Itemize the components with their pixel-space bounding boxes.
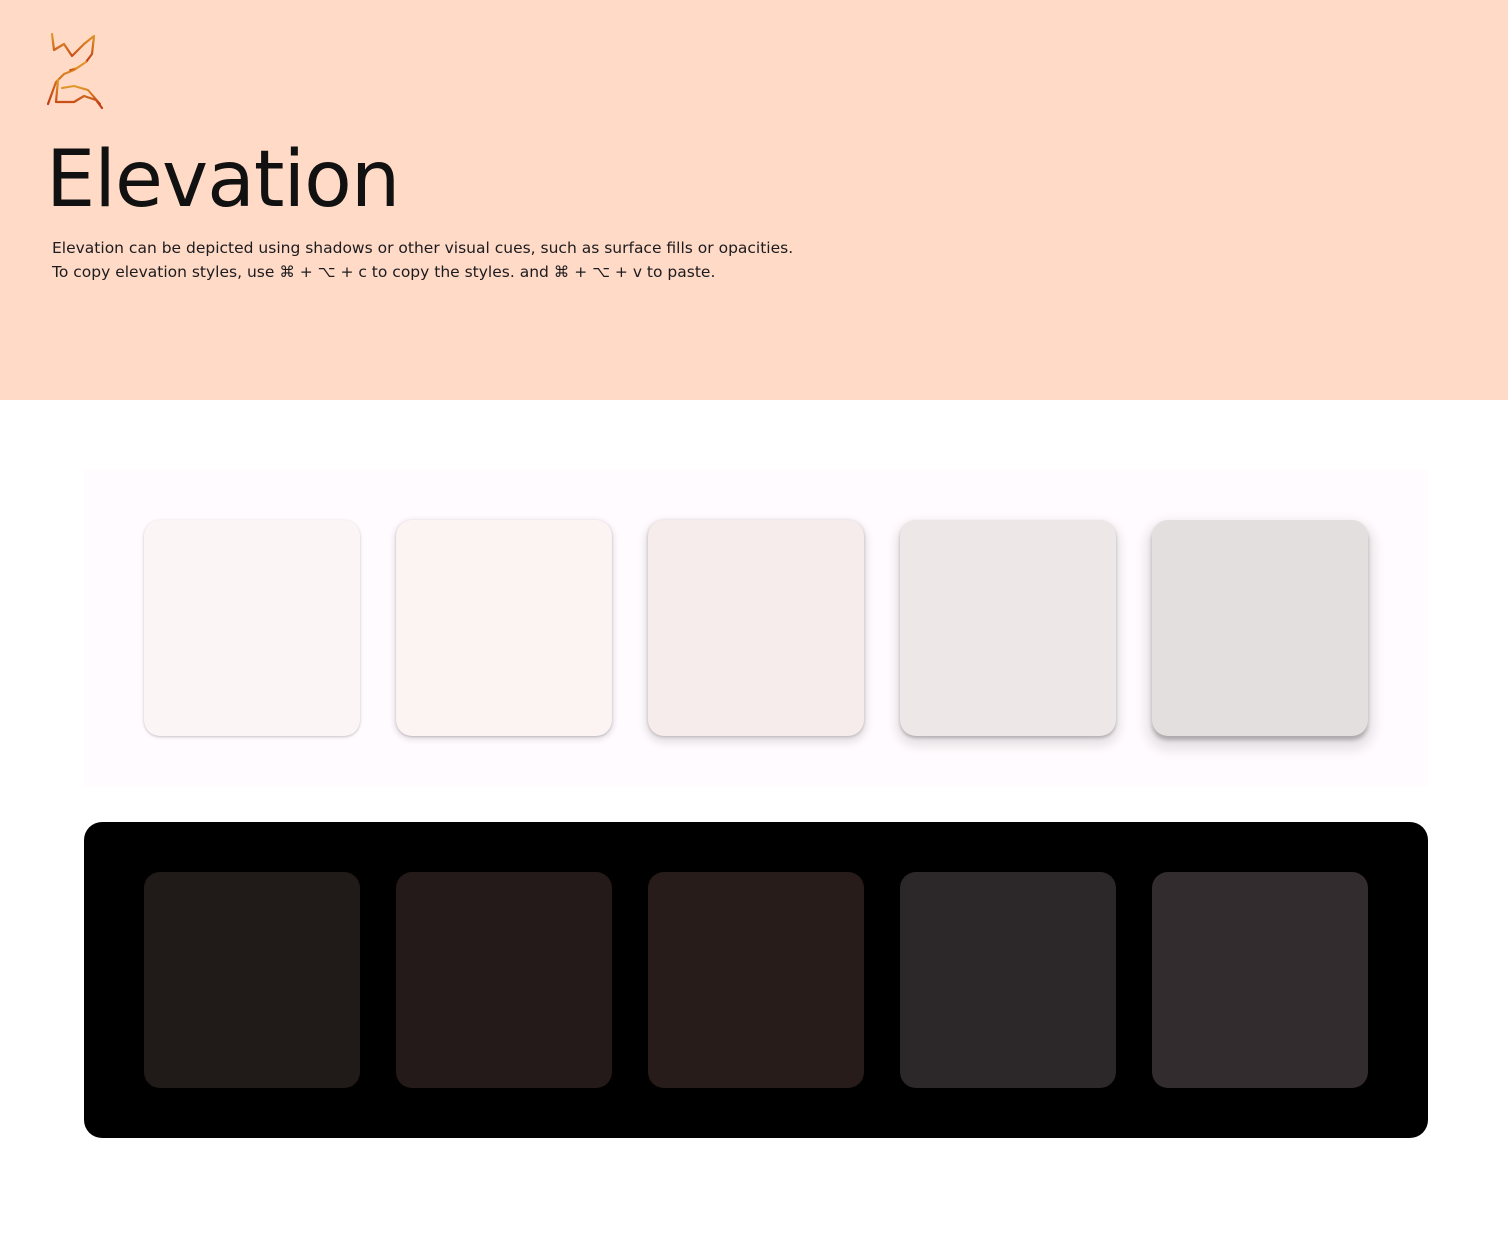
light-elevation-card-3[interactable] bbox=[648, 520, 864, 736]
fox-logo-icon bbox=[46, 32, 104, 110]
page-description: Elevation can be depicted using shadows … bbox=[52, 236, 793, 284]
dark-elevation-card-1[interactable] bbox=[144, 872, 360, 1088]
description-line-2: To copy elevation styles, use ⌘ + ⌥ + c … bbox=[52, 263, 716, 281]
dark-elevation-card-4[interactable] bbox=[900, 872, 1116, 1088]
light-elevation-panel bbox=[84, 470, 1428, 786]
description-line-1: Elevation can be depicted using shadows … bbox=[52, 239, 794, 257]
dark-elevation-panel bbox=[84, 822, 1428, 1138]
header-banner: Elevation Elevation can be depicted usin… bbox=[0, 0, 1508, 400]
light-elevation-card-4[interactable] bbox=[900, 520, 1116, 736]
dark-elevation-card-5[interactable] bbox=[1152, 872, 1368, 1088]
dark-elevation-card-2[interactable] bbox=[396, 872, 612, 1088]
light-elevation-card-1[interactable] bbox=[144, 520, 360, 736]
dark-elevation-card-3[interactable] bbox=[648, 872, 864, 1088]
light-elevation-card-5[interactable] bbox=[1152, 520, 1368, 736]
page-title: Elevation bbox=[46, 135, 400, 225]
light-elevation-card-2[interactable] bbox=[396, 520, 612, 736]
